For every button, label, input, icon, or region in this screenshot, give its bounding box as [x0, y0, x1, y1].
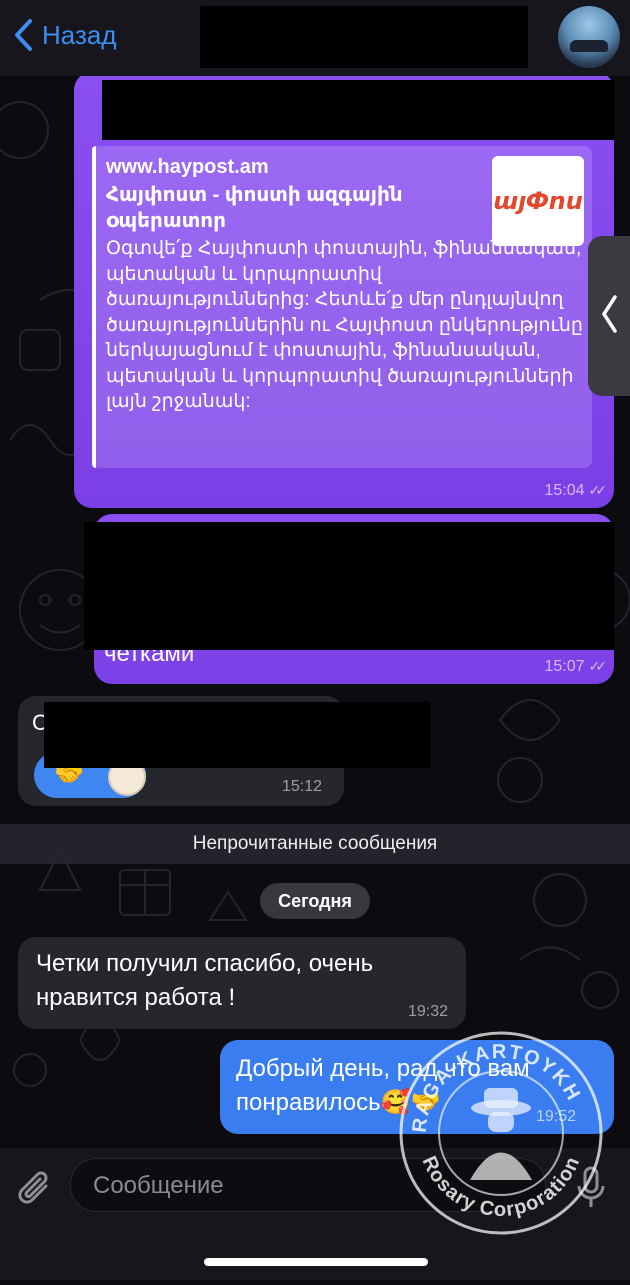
detective-figure-icon: [470, 1088, 532, 1180]
thumbnail-logo-text: այՓոս: [493, 187, 583, 215]
message-outgoing-link[interactable]: www.haypost.am Հայփոստ - փոստի ազգային օ…: [74, 72, 614, 508]
message-text: Четки получил спасибо, очень нравится ра…: [36, 950, 374, 1011]
redacted-message-2: [84, 522, 614, 650]
back-label: Назад: [42, 19, 117, 50]
message-incoming-today[interactable]: Четки получил спасибо, очень нравится ра…: [18, 937, 466, 1029]
preview-accent-bar: [92, 146, 96, 468]
date-separator: Сегодня: [260, 883, 370, 919]
avatar-car-shape: [570, 40, 608, 52]
contact-avatar[interactable]: [558, 6, 620, 68]
preview-title: Հայփոստ - փոստի ազգային օպերատոր: [106, 184, 403, 232]
link-preview[interactable]: www.haypost.am Հայփոստ - փոստի ազգային օ…: [92, 146, 592, 468]
watermark-seal: RAGA-KARTOYKH Rosary Corporation: [399, 1031, 603, 1235]
read-ticks-icon: ✓✓: [588, 482, 608, 498]
message-input-placeholder: Сообщение: [93, 1172, 224, 1199]
chevron-left-icon: [601, 295, 617, 333]
chevron-left-icon: [15, 19, 32, 51]
redacted-link-text: [102, 80, 614, 140]
back-button[interactable]: Назад: [12, 18, 117, 52]
read-ticks-icon: ✓✓: [588, 658, 608, 674]
attachment-icon[interactable]: [16, 1168, 54, 1210]
message-time: 15:12: [281, 778, 322, 795]
redacted-contact-name: [200, 6, 528, 68]
chat-header: Назад: [0, 0, 630, 76]
message-time: 15:07 ✓✓: [544, 658, 608, 675]
preview-thumbnail: այՓոս: [492, 156, 584, 246]
unread-messages-banner: Непрочитанные сообщения: [0, 824, 630, 864]
home-indicator: [204, 1258, 428, 1266]
side-panel-handle[interactable]: [588, 236, 630, 396]
message-time: 19:32: [407, 1003, 448, 1020]
preview-site: www.haypost.am: [106, 156, 269, 178]
message-time: 15:04 ✓✓: [544, 482, 608, 499]
preview-description: Օգտվե՛ք Հայփոստի փոստային, ֆինանսական, պ…: [106, 238, 583, 412]
redacted-message-3: [44, 702, 430, 768]
